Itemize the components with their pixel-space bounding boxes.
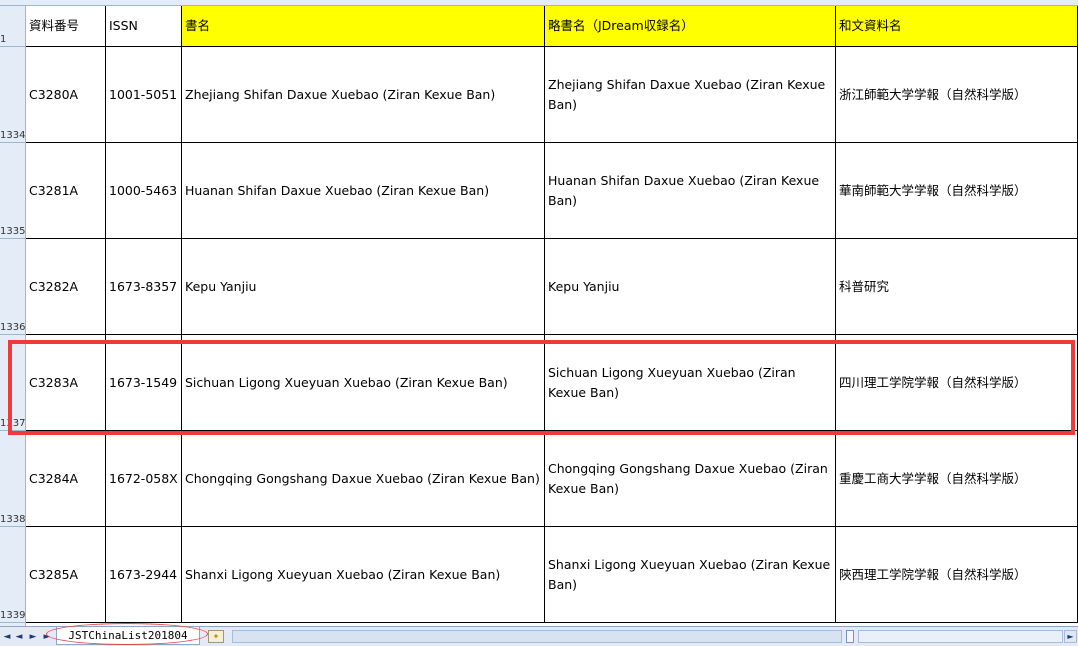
sheet-tab[interactable]: JSTChinaList201804 (56, 627, 200, 645)
cell-text: 科普研究 (839, 278, 890, 294)
header-label: 略書名（JDream収録名） (548, 18, 694, 33)
horizontal-scroll-thumb[interactable] (846, 630, 854, 643)
cell-text: Sichuan Ligong Xueyuan Xuebao (Ziran Kex… (185, 374, 508, 390)
cell-id[interactable]: C3282A (26, 239, 106, 335)
cell-japanese[interactable]: 浙江師範大学学報（自然科学版） (836, 47, 1078, 143)
cell-text: Chongqing Gongshang Daxue Xuebao (Ziran … (548, 460, 828, 496)
cell-id[interactable]: C3281A (26, 143, 106, 239)
cell-abbr[interactable]: Zhejiang Shifan Daxue Xuebao (Ziran Kexu… (545, 47, 836, 143)
cell-issn[interactable]: 1000-5463 (106, 143, 182, 239)
row-number-label: 1338 (0, 514, 26, 525)
cell-text: 1673-2944 (109, 566, 178, 582)
last-sheet-arrow-icon[interactable]: ► (42, 631, 52, 643)
cell-text: 華南師範大学学報（自然科学版） (839, 182, 1027, 198)
row-number-label: 1334 (0, 130, 26, 141)
cell-title[interactable]: Kepu Yanjiu (182, 239, 545, 335)
header-cell-japanese[interactable]: 和文資料名 (836, 6, 1078, 47)
cell-id[interactable]: C3285A (26, 527, 106, 623)
cell-japanese[interactable]: 四川理工学院学報（自然科学版） (836, 335, 1078, 431)
header-label: 和文資料名 (839, 18, 902, 33)
cell-title[interactable]: Sichuan Ligong Xueyuan Xuebao (Ziran Kex… (182, 335, 545, 431)
header-cell-id[interactable]: 資料番号 (26, 6, 106, 47)
header-cell-title[interactable]: 書名 (182, 6, 545, 47)
cell-title[interactable]: Shanxi Ligong Xueyuan Xuebao (Ziran Kexu… (182, 527, 545, 623)
row-number[interactable]: 1334 (0, 47, 26, 143)
cell-japanese[interactable]: 重慶工商大学学報（自然科学版） (836, 431, 1078, 527)
cell-text: Zhejiang Shifan Daxue Xuebao (Ziran Kexu… (185, 86, 496, 102)
cell-text: C3283A (29, 374, 79, 390)
row-number[interactable]: 1337 (0, 335, 26, 431)
cell-title[interactable]: Chongqing Gongshang Daxue Xuebao (Ziran … (182, 431, 545, 527)
cell-text: Sichuan Ligong Xueyuan Xuebao (Ziran Kex… (548, 364, 796, 400)
sheet-tab-bar: ◄ ◄ ► ► JSTChinaList201804 ✦ ► (0, 623, 1078, 646)
cell-id[interactable]: C3280A (26, 47, 106, 143)
cell-text: Shanxi Ligong Xueyuan Xuebao (Ziran Kexu… (548, 556, 831, 592)
row-number-label: 1339 (0, 610, 26, 621)
cell-text: C3285A (29, 566, 79, 582)
cell-issn[interactable]: 1001-5051 (106, 47, 182, 143)
cell-abbr[interactable]: Kepu Yanjiu (545, 239, 836, 335)
sheet-tab-label: JSTChinaList201804 (68, 629, 188, 642)
cell-text: 1001-5051 (109, 86, 178, 102)
cell-text: Huanan Shifan Daxue Xuebao (Ziran Kexue … (548, 172, 820, 208)
cell-text: 四川理工学院学報（自然科学版） (839, 374, 1027, 390)
cell-japanese[interactable]: 科普研究 (836, 239, 1078, 335)
cell-title[interactable]: Zhejiang Shifan Daxue Xuebao (Ziran Kexu… (182, 47, 545, 143)
cell-abbr[interactable]: Sichuan Ligong Xueyuan Xuebao (Ziran Kex… (545, 335, 836, 431)
cell-text: C3280A (29, 86, 79, 102)
row-number-label: 1336 (0, 322, 26, 333)
row-number-label: 1 (0, 34, 7, 45)
horizontal-scroll-track[interactable] (232, 630, 842, 643)
row-number[interactable]: 1338 (0, 431, 26, 527)
cell-abbr[interactable]: Chongqing Gongshang Daxue Xuebao (Ziran … (545, 431, 836, 527)
cell-text: C3281A (29, 182, 79, 198)
cell-issn[interactable]: 1673-1549 (106, 335, 182, 431)
cell-issn[interactable]: 1673-2944 (106, 527, 182, 623)
cell-id[interactable]: C3284A (26, 431, 106, 527)
row-number-label: 1337 (0, 418, 26, 429)
prev-sheet-arrow-icon[interactable]: ◄ (14, 631, 24, 643)
cell-title[interactable]: Huanan Shifan Daxue Xuebao (Ziran Kexue … (182, 143, 545, 239)
row-number[interactable]: 1336 (0, 239, 26, 335)
cell-text: C3282A (29, 278, 79, 294)
cell-text: Zhejiang Shifan Daxue Xuebao (Ziran Kexu… (548, 76, 826, 112)
scroll-right-arrow-icon[interactable]: ► (1064, 630, 1077, 643)
first-sheet-arrow-icon[interactable]: ◄ (2, 631, 12, 643)
next-sheet-arrow-icon[interactable]: ► (28, 631, 38, 643)
horizontal-scrollbar[interactable] (858, 630, 1063, 643)
header-label: ISSN (109, 18, 138, 33)
cell-issn[interactable]: 1673-8357 (106, 239, 182, 335)
row-number-label: 1335 (0, 226, 26, 237)
row-number[interactable]: 1339 (0, 527, 26, 623)
header-label: 書名 (185, 18, 211, 33)
cell-issn[interactable]: 1672-058X (106, 431, 182, 527)
cell-text: 陝西理工学院学報（自然科学版） (839, 566, 1027, 582)
insert-sheet-icon[interactable]: ✦ (208, 630, 224, 643)
cell-text: Huanan Shifan Daxue Xuebao (Ziran Kexue … (185, 182, 490, 198)
cell-japanese[interactable]: 陝西理工学院学報（自然科学版） (836, 527, 1078, 623)
cell-abbr[interactable]: Shanxi Ligong Xueyuan Xuebao (Ziran Kexu… (545, 527, 836, 623)
cell-text: 1672-058X (109, 470, 178, 486)
cell-text: Chongqing Gongshang Daxue Xuebao (Ziran … (185, 470, 540, 486)
row-number[interactable]: 1335 (0, 143, 26, 239)
cell-id[interactable]: C3283A (26, 335, 106, 431)
cell-japanese[interactable]: 華南師範大学学報（自然科学版） (836, 143, 1078, 239)
header-cell-abbr[interactable]: 略書名（JDream収録名） (545, 6, 836, 47)
spreadsheet-grid[interactable]: 1 資料番号 ISSN 書名 略書名（JDream収録名） 和文資料名 1334… (0, 0, 1078, 626)
cell-text: 1000-5463 (109, 182, 178, 198)
header-label: 資料番号 (29, 18, 80, 33)
cell-text: Kepu Yanjiu (548, 278, 620, 294)
cell-text: 1673-1549 (109, 374, 178, 390)
cell-text: Shanxi Ligong Xueyuan Xuebao (Ziran Kexu… (185, 566, 501, 582)
cell-abbr[interactable]: Huanan Shifan Daxue Xuebao (Ziran Kexue … (545, 143, 836, 239)
cell-text: Kepu Yanjiu (185, 278, 257, 294)
cell-text: 1673-8357 (109, 278, 178, 294)
header-cell-issn[interactable]: ISSN (106, 6, 182, 47)
cell-text: C3284A (29, 470, 79, 486)
cell-text: 重慶工商大学学報（自然科学版） (839, 470, 1027, 486)
row-number-header[interactable]: 1 (0, 6, 26, 47)
cell-text: 浙江師範大学学報（自然科学版） (839, 86, 1027, 102)
